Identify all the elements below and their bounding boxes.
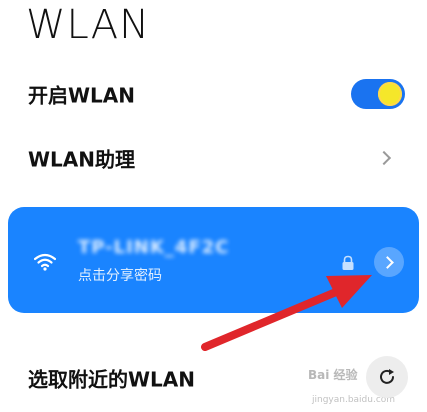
network-name: TP-LINK_4F2C (78, 237, 230, 258)
refresh-icon (380, 369, 394, 384)
page-title: WLAN (26, 2, 151, 48)
network-detail-button[interactable] (374, 247, 404, 277)
chevron-right-icon (376, 150, 392, 166)
annotation-arrow (201, 275, 372, 351)
watermark-text: Bai 经验 (308, 368, 358, 382)
refresh-button[interactable] (366, 356, 408, 398)
network-status[interactable]: 点击分享密码 (78, 265, 162, 285)
toggle-knob (378, 82, 402, 106)
nearby-wlan-label: 选取附近的WLAN (28, 367, 196, 392)
lock-icon (342, 255, 354, 270)
wlan-toggle-row: 开启WLAN (28, 72, 407, 116)
wifi-icon (34, 253, 56, 271)
wlan-assistant-row[interactable]: WLAN助理 (28, 136, 407, 180)
watermark: Bai 经验 (308, 366, 358, 383)
connected-network-card[interactable]: TP-LINK_4F2C 点击分享密码 (8, 207, 419, 313)
wlan-toggle-label: 开启WLAN (28, 83, 136, 108)
wlan-assistant-label: WLAN助理 (28, 147, 136, 172)
chevron-right-icon (381, 256, 394, 269)
wlan-toggle-switch[interactable] (351, 79, 405, 109)
